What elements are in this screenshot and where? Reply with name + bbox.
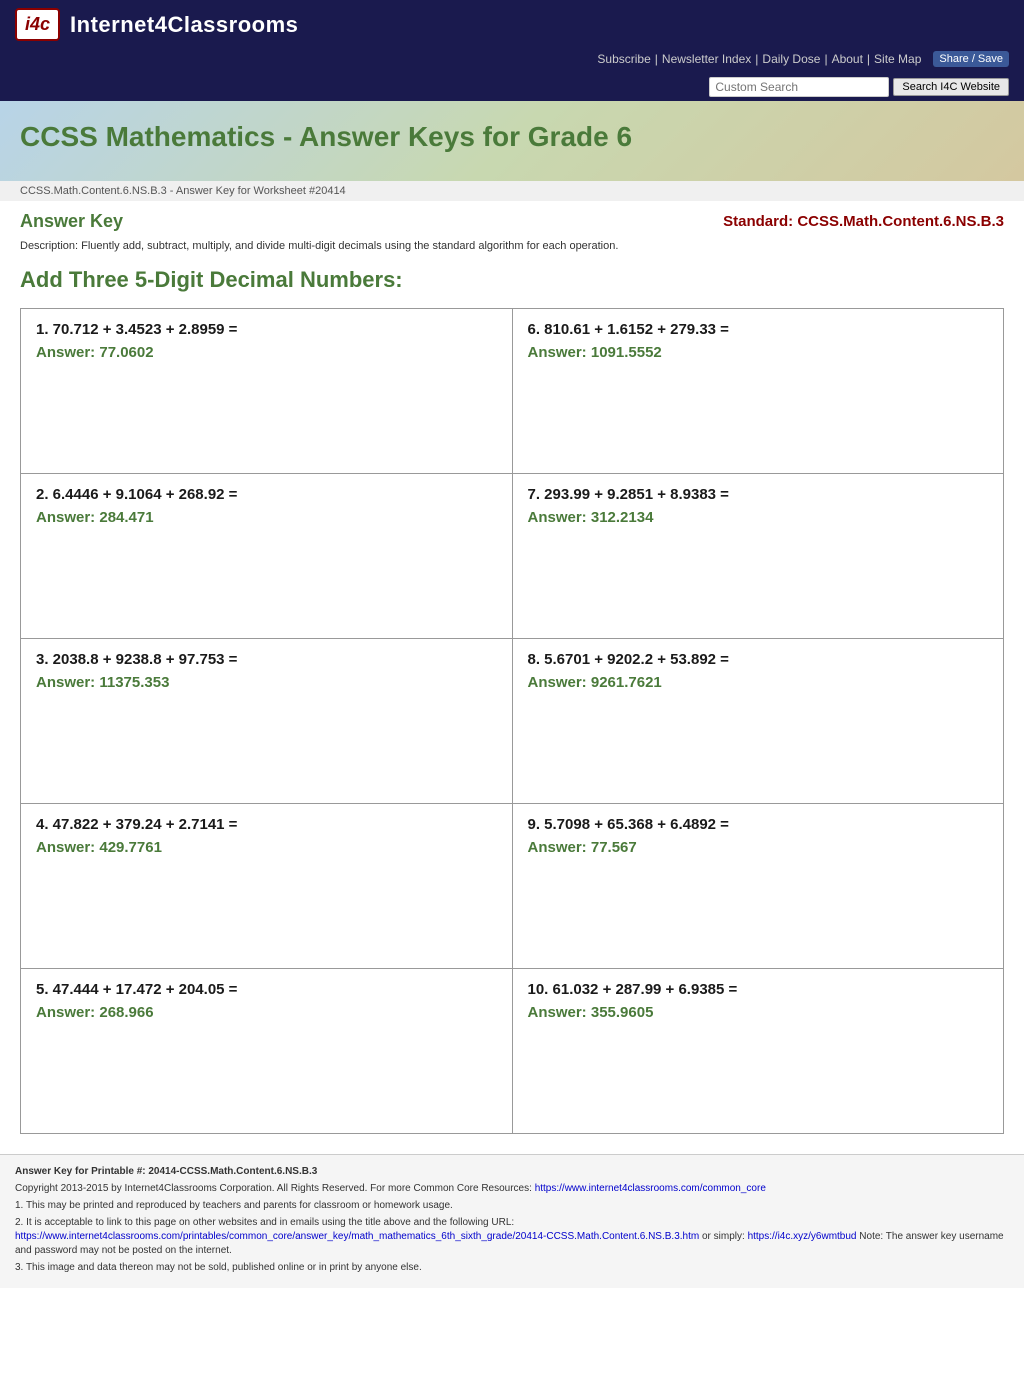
footer-printable-ref: Answer Key for Printable #: 20414-CCSS.M… [15, 1166, 317, 1177]
nav-daily-dose[interactable]: Daily Dose [762, 52, 820, 66]
problem-question-8: 8. 5.6701 + 9202.2 + 53.892 = [528, 651, 989, 668]
nav-newsletter-index[interactable]: Newsletter Index [662, 52, 751, 66]
problem-question-6: 6. 810.61 + 1.6152 + 279.33 = [528, 321, 989, 338]
footer-note2-url[interactable]: https://www.internet4classrooms.com/prin… [15, 1231, 699, 1242]
problem-question-4: 4. 47.822 + 379.24 + 2.7141 = [36, 816, 497, 833]
problem-cell-1: 1. 70.712 + 3.4523 + 2.8959 = Answer: 77.… [21, 309, 513, 474]
problem-question-1: 1. 70.712 + 3.4523 + 2.8959 = [36, 321, 497, 338]
nav-about[interactable]: About [832, 52, 863, 66]
search-input[interactable] [709, 77, 889, 97]
breadcrumb: CCSS.Math.Content.6.NS.B.3 - Answer Key … [0, 181, 1024, 201]
problem-cell-9: 9. 5.7098 + 65.368 + 6.4892 = Answer: 77.… [512, 804, 1004, 969]
problem-cell-3: 3. 2038.8 + 9238.8 + 97.753 = Answer: 113… [21, 639, 513, 804]
footer-note2-short-url[interactable]: https://i4c.xyz/y6wmtbud [748, 1231, 857, 1242]
problem-question-2: 2. 6.4446 + 9.1064 + 268.92 = [36, 486, 497, 503]
footer: Answer Key for Printable #: 20414-CCSS.M… [0, 1154, 1024, 1288]
footer-note2: 2. It is acceptable to link to this page… [15, 1216, 1009, 1258]
banner: CCSS Mathematics - Answer Keys for Grade… [0, 101, 1024, 181]
problem-answer-10: Answer: 355.9605 [528, 1004, 989, 1021]
site-name: Internet4Classrooms [70, 12, 298, 38]
search-button[interactable]: Search I4C Website [893, 78, 1009, 96]
footer-note1: 1. This may be printed and reproduced by… [15, 1199, 1009, 1213]
worksheet-title: Add Three 5-Digit Decimal Numbers: [20, 267, 1004, 293]
answer-key-label: Answer Key [20, 211, 123, 232]
logo-box[interactable]: i4c [15, 8, 60, 41]
breadcrumb-text: CCSS.Math.Content.6.NS.B.3 - Answer Key … [20, 185, 346, 197]
problem-cell-7: 7. 293.99 + 9.2851 + 8.9383 = Answer: 312… [512, 474, 1004, 639]
problem-answer-7: Answer: 312.2134 [528, 509, 989, 526]
answer-key-header: Answer Key Standard: CCSS.Math.Content.6… [20, 211, 1004, 232]
problem-answer-3: Answer: 11375.353 [36, 674, 497, 691]
search-area: Search I4C Website [0, 73, 1024, 101]
standard-label: Standard: CCSS.Math.Content.6.NS.B.3 [723, 213, 1004, 230]
problem-cell-5: 5. 47.444 + 17.472 + 204.05 = Answer: 268… [21, 969, 513, 1134]
page-title: CCSS Mathematics - Answer Keys for Grade… [20, 121, 1004, 153]
footer-common-core-link[interactable]: https://www.internet4classrooms.com/comm… [535, 1183, 766, 1194]
problem-question-9: 9. 5.7098 + 65.368 + 6.4892 = [528, 816, 989, 833]
problem-answer-5: Answer: 268.966 [36, 1004, 497, 1021]
header: i4c Internet4Classrooms [0, 0, 1024, 49]
footer-note3: 3. This image and data thereon may not b… [15, 1261, 1009, 1275]
problem-cell-6: 6. 810.61 + 1.6152 + 279.33 = Answer: 109… [512, 309, 1004, 474]
problem-answer-9: Answer: 77.567 [528, 839, 989, 856]
problem-cell-10: 10. 61.032 + 287.99 + 6.9385 = Answer: 35… [512, 969, 1004, 1134]
content: Answer Key Standard: CCSS.Math.Content.6… [0, 201, 1024, 1154]
problem-question-3: 3. 2038.8 + 9238.8 + 97.753 = [36, 651, 497, 668]
problem-answer-8: Answer: 9261.7621 [528, 674, 989, 691]
nav-bar: Subscribe | Newsletter Index | Daily Dos… [0, 49, 1024, 73]
footer-copyright: Copyright 2013-2015 by Internet4Classroo… [15, 1182, 1009, 1196]
nav-subscribe[interactable]: Subscribe [597, 52, 650, 66]
problem-answer-6: Answer: 1091.5552 [528, 344, 989, 361]
problem-answer-2: Answer: 284.471 [36, 509, 497, 526]
problem-answer-4: Answer: 429.7761 [36, 839, 497, 856]
problem-question-10: 10. 61.032 + 287.99 + 6.9385 = [528, 981, 989, 998]
problem-cell-2: 2. 6.4446 + 9.1064 + 268.92 = Answer: 284… [21, 474, 513, 639]
problem-cell-8: 8. 5.6701 + 9202.2 + 53.892 = Answer: 926… [512, 639, 1004, 804]
problem-question-7: 7. 293.99 + 9.2851 + 8.9383 = [528, 486, 989, 503]
problem-question-5: 5. 47.444 + 17.472 + 204.05 = [36, 981, 497, 998]
share-save-button[interactable]: Share / Save [933, 51, 1009, 67]
logo-i4c-text: i4c [25, 14, 50, 35]
problem-cell-4: 4. 47.822 + 379.24 + 2.7141 = Answer: 429… [21, 804, 513, 969]
nav-site-map[interactable]: Site Map [874, 52, 921, 66]
problem-answer-1: Answer: 77.0602 [36, 344, 497, 361]
description: Description: Fluently add, subtract, mul… [20, 240, 1004, 252]
problem-grid: 1. 70.712 + 3.4523 + 2.8959 = Answer: 77.… [20, 308, 1004, 1134]
